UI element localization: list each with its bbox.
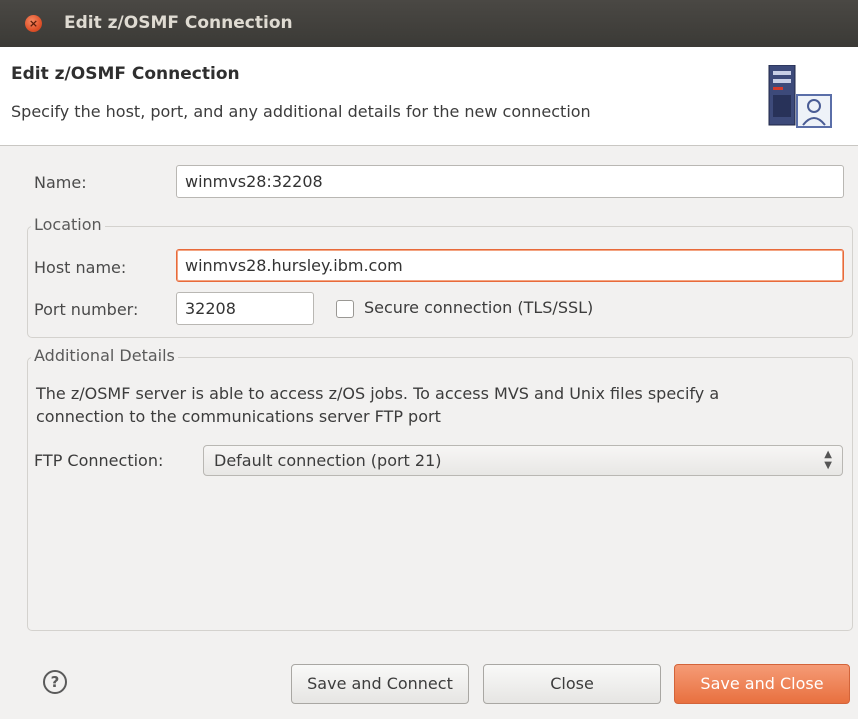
location-group-label: Location [31, 215, 105, 234]
secure-connection-label[interactable]: Secure connection (TLS/SSL) [364, 298, 593, 317]
edit-connection-dialog: × Edit z/OSMF Connection Edit z/OSMF Con… [0, 0, 858, 719]
ftp-connection-selected-value: Default connection (port 21) [214, 451, 442, 470]
additional-info-line-1: The z/OSMF server is able to access z/OS… [36, 384, 720, 403]
ftp-connection-label: FTP Connection: [34, 451, 164, 470]
additional-details-group-label: Additional Details [31, 346, 178, 365]
host-name-input[interactable] [176, 249, 844, 282]
help-icon[interactable]: ? [43, 670, 67, 694]
window-titlebar: × Edit z/OSMF Connection [0, 0, 858, 47]
header-description: Specify the host, port, and any addition… [11, 102, 591, 121]
close-button[interactable]: Close [483, 664, 661, 704]
port-number-input[interactable] [176, 292, 314, 325]
secure-connection-checkbox[interactable] [336, 300, 354, 318]
name-label: Name: [34, 173, 87, 192]
ftp-connection-select[interactable]: Default connection (port 21) ▲ ▼ [203, 445, 843, 476]
port-number-label: Port number: [34, 300, 139, 319]
window-close-button[interactable]: × [25, 15, 42, 32]
header-title: Edit z/OSMF Connection [11, 64, 240, 84]
server-user-icon [768, 65, 832, 128]
save-and-connect-button[interactable]: Save and Connect [291, 664, 469, 704]
name-input[interactable] [176, 165, 844, 198]
select-updown-icon: ▲ ▼ [824, 449, 832, 471]
location-group [27, 226, 853, 338]
window-title: Edit z/OSMF Connection [64, 13, 293, 33]
dialog-header: Edit z/OSMF Connection Specify the host,… [0, 47, 858, 146]
host-name-label: Host name: [34, 258, 127, 277]
additional-info-line-2: connection to the communications server … [36, 407, 441, 426]
save-and-close-button[interactable]: Save and Close [674, 664, 850, 704]
